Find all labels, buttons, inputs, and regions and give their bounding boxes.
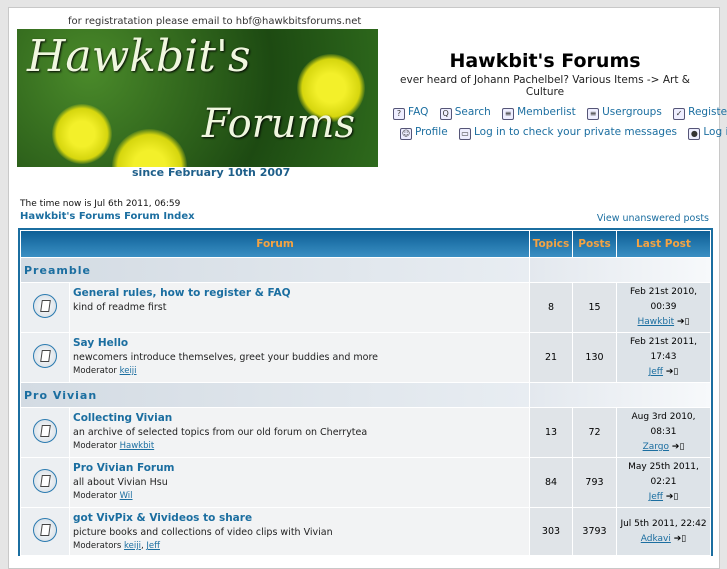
forum-index-link[interactable]: Hawkbit's Forums Forum Index <box>20 211 195 222</box>
view-latest-post-icon[interactable]: ➔▯ <box>666 367 679 377</box>
topics-count: 13 <box>530 408 572 457</box>
nav-register-label: Register <box>688 106 727 118</box>
moderator-link[interactable]: keiji <box>120 366 137 376</box>
header-forum: Forum <box>21 231 529 257</box>
moderator-link[interactable]: keiji <box>124 541 141 551</box>
header-topics: Topics <box>530 231 572 257</box>
category-link[interactable]: Pro Vivian <box>24 389 97 402</box>
forum-row: Collecting Vivian an archive of selected … <box>21 408 710 457</box>
moderator-link[interactable]: Wil <box>120 491 133 501</box>
forum-title-link[interactable]: General rules, how to register & FAQ <box>73 287 526 299</box>
banner-title-2: Forums <box>202 101 355 147</box>
banner-logo[interactable]: Hawkbit's Forums <box>17 29 378 167</box>
nav-search-label: Search <box>454 106 491 118</box>
moderator-link[interactable]: Hawkbit <box>120 441 155 451</box>
forum-title-link[interactable]: Collecting Vivian <box>73 412 526 424</box>
nav-memberlist-label: Memberlist <box>517 106 576 118</box>
forum-table: Forum Topics Posts Last Post Preamble Ge… <box>18 228 713 556</box>
nav-faq[interactable]: ? FAQ <box>393 106 429 120</box>
topics-count: 21 <box>530 333 572 382</box>
header-last-post: Last Post <box>617 231 710 257</box>
posts-count: 15 <box>573 283 616 332</box>
forum-folder-icon <box>33 419 57 443</box>
search-icon: Q <box>439 108 452 120</box>
usergroups-icon: ≡ <box>587 108 600 120</box>
last-post-user[interactable]: Hawkbit <box>638 317 675 327</box>
faq-icon: ? <box>393 108 405 120</box>
nav-memberlist[interactable]: ≡ Memberlist <box>502 106 576 120</box>
last-post-date: Jul 5th 2011, 22:42 <box>620 518 707 529</box>
nav-pm-label: Log in to check your private messages <box>474 126 678 138</box>
forum-folder-icon <box>33 518 57 542</box>
nav-usergroups[interactable]: ≡ Usergroups <box>587 106 662 120</box>
register-icon: ✓ <box>673 108 686 120</box>
site-description: ever heard of Johann Pachelbel? Various … <box>400 74 690 98</box>
posts-count: 793 <box>573 458 616 507</box>
site-title: Hawkbit's Forums <box>449 50 641 72</box>
nav-search[interactable]: Q Search <box>439 106 491 120</box>
last-post-user[interactable]: Zargo <box>643 442 669 452</box>
current-time: The time now is Jul 6th 2011, 06:59 <box>20 199 181 209</box>
forum-description: picture books and collections of video c… <box>73 527 333 538</box>
nav-login-label: Log in <box>703 126 727 138</box>
category-link[interactable]: Preamble <box>24 264 91 277</box>
message-icon: ▭ <box>459 128 471 140</box>
forum-folder-icon <box>33 344 57 368</box>
last-post-user[interactable]: Jeff <box>649 492 663 502</box>
view-latest-post-icon[interactable]: ➔▯ <box>666 492 679 502</box>
moderator-label: Moderator <box>73 491 117 501</box>
posts-count: 72 <box>573 408 616 457</box>
nav-profile-label: Profile <box>415 126 448 138</box>
registration-note: for registratation please email to hbf@h… <box>68 16 362 27</box>
nav-login[interactable]: ●Log in <box>688 126 727 140</box>
topics-count: 303 <box>530 508 572 555</box>
forum-description: an archive of selected topics from our o… <box>73 427 368 438</box>
header-posts: Posts <box>573 231 616 257</box>
since-date: since February 10th 2007 <box>132 166 291 179</box>
nav-register[interactable]: ✓Register <box>673 106 727 120</box>
view-latest-post-icon[interactable]: ➔▯ <box>677 317 690 327</box>
forum-folder-icon <box>33 294 57 318</box>
forum-description: kind of readme first <box>73 302 167 313</box>
last-post-date: Feb 21st 2010, 00:39 <box>629 287 698 312</box>
moderator-label: Moderator <box>73 441 117 451</box>
posts-count: 130 <box>573 333 616 382</box>
nav-private-messages[interactable]: ▭ Log in to check your private messages <box>459 126 678 140</box>
login-icon: ● <box>688 128 701 140</box>
moderator-label: Moderator <box>73 366 117 376</box>
topics-count: 84 <box>530 458 572 507</box>
last-post-user[interactable]: Adkavi <box>641 534 671 544</box>
forum-description: newcomers introduce themselves, greet yo… <box>73 352 379 363</box>
view-latest-post-icon[interactable]: ➔▯ <box>674 534 687 544</box>
posts-count: 3793 <box>573 508 616 555</box>
nav-profile[interactable]: ☺ Profile <box>400 126 448 140</box>
forum-title-link[interactable]: Say Hello <box>73 337 526 349</box>
forum-row: Pro Vivian Forum all about Vivian Hsu Mode… <box>21 458 710 507</box>
last-post-date: Aug 3rd 2010, 08:31 <box>631 412 696 437</box>
unanswered-posts-link[interactable]: View unanswered posts <box>597 213 709 224</box>
moderator-link[interactable]: Jeff <box>146 541 160 551</box>
forum-title-link[interactable]: got VivPix & Vivideos to share <box>73 512 526 524</box>
last-post-date: May 25th 2011, 02:21 <box>628 462 699 487</box>
view-latest-post-icon[interactable]: ➔▯ <box>672 442 685 452</box>
forum-title-link[interactable]: Pro Vivian Forum <box>73 462 526 474</box>
forum-row: got VivPix & Vivideos to share picture bo… <box>21 508 710 555</box>
topics-count: 8 <box>530 283 572 332</box>
nav-faq-label: FAQ <box>408 106 429 118</box>
profile-icon: ☺ <box>400 128 412 140</box>
forum-description: all about Vivian Hsu <box>73 477 168 488</box>
forum-folder-icon <box>33 469 57 493</box>
memberlist-icon: ≡ <box>502 108 515 120</box>
last-post-user[interactable]: Jeff <box>649 367 663 377</box>
banner-title-1: Hawkbit's <box>27 31 251 82</box>
nav-usergroups-label: Usergroups <box>602 106 662 118</box>
forum-row: Say Hello newcomers introduce themselves,… <box>21 333 710 382</box>
forum-row: General rules, how to register & FAQ kind… <box>21 283 710 332</box>
moderator-label: Moderators <box>73 541 122 551</box>
last-post-date: Feb 21st 2011, 17:43 <box>629 337 698 362</box>
